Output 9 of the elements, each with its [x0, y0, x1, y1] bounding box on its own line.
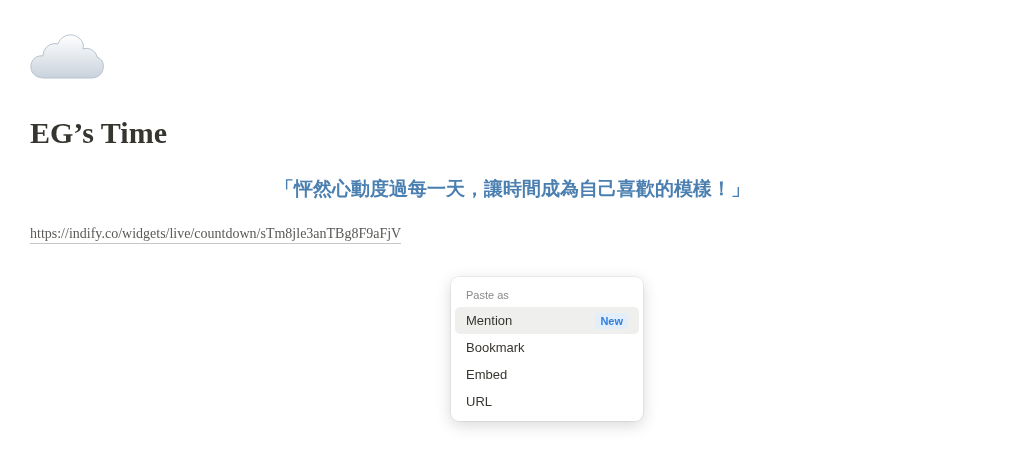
page-title: EG’s Time [30, 115, 167, 151]
quote-text: 「怦然心動度過每一天，讓時間成為自己喜歡的模樣！」 [274, 177, 750, 201]
menu-item[interactable]: Mention New [455, 307, 639, 334]
new-badge: New [595, 312, 628, 329]
menu-item[interactable]: Embed [455, 361, 639, 388]
url-link[interactable]: https://indify.co/widgets/live/countdown/sTm8jle3anTBg8F9aFjV [30, 225, 402, 244]
menu-item[interactable]: URL [455, 388, 639, 415]
menu-heading: Paste as [465, 288, 510, 303]
menu-item[interactable]: Bookmark [455, 334, 639, 361]
